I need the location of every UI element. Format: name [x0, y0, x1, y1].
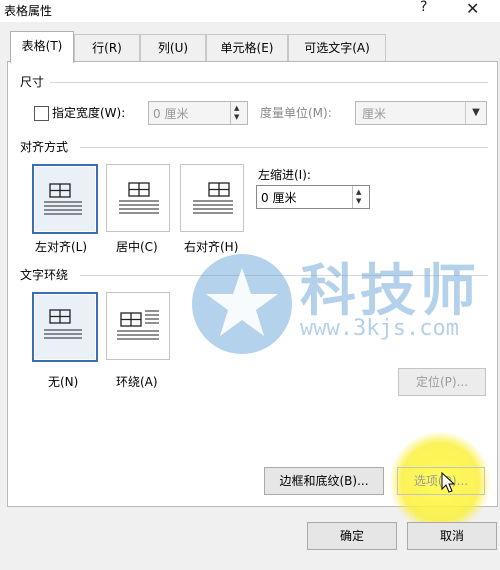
align-left-option[interactable] [32, 164, 98, 234]
position-button[interactable]: 定位(P)... [398, 368, 486, 396]
help-button[interactable]: ? [420, 0, 427, 15]
chevron-down-icon[interactable]: ▼ [465, 102, 486, 124]
wrap-around-option[interactable] [106, 292, 170, 360]
indent-spin-arrows[interactable]: ▲ ▼ [352, 186, 369, 208]
alignment-divider [80, 147, 488, 148]
align-left-icon [44, 183, 82, 215]
unit-value: 厘米 [362, 107, 387, 121]
size-divider [50, 82, 488, 83]
tab-table-label: 表格(T) [21, 39, 63, 53]
tab-column-label: 列(U) [157, 41, 189, 55]
window-title: 表格属性 [4, 4, 53, 18]
width-spinner[interactable]: 0 厘米 ▲ ▼ [148, 101, 248, 125]
watermark: 科技师 www.3kjs.com [188, 250, 488, 360]
align-right-option[interactable] [180, 164, 244, 232]
specify-width-label: 指定宽度(W): [52, 106, 126, 120]
wrap-none-option[interactable] [32, 292, 98, 362]
unit-label: 度量单位(M): [260, 106, 332, 120]
left-indent-spinner[interactable]: 0 厘米 ▲ ▼ [256, 185, 370, 209]
left-indent-label: 左缩进(I): [258, 168, 311, 182]
cancel-button[interactable]: 取消 [407, 522, 497, 550]
star-logo-icon [192, 254, 292, 354]
left-indent-value: 0 厘米 [261, 191, 297, 205]
tab-column[interactable]: 列(U) [140, 34, 206, 61]
spin-down-icon[interactable]: ▼ [234, 113, 239, 121]
wrap-around-label: 环绕(A) [116, 375, 158, 389]
wrap-none-icon [44, 309, 82, 339]
align-center-label: 居中(C) [116, 240, 158, 254]
wrap-around-icon [117, 310, 159, 340]
tab-table[interactable]: 表格(T) [10, 31, 74, 63]
borders-shading-button[interactable]: 边框和底纹(B)... [264, 467, 384, 495]
wrap-section-label: 文字环绕 [20, 268, 69, 282]
tab-row[interactable]: 行(R) [74, 34, 140, 61]
tab-row-label: 行(R) [92, 41, 122, 55]
spin-down-icon[interactable]: ▼ [356, 197, 361, 205]
tab-alt-text-label: 可选文字(A) [304, 41, 370, 55]
specify-width-checkbox[interactable] [34, 106, 49, 121]
width-spin-arrows[interactable]: ▲ ▼ [230, 102, 247, 124]
unit-select[interactable]: 厘米 ▼ [355, 101, 487, 125]
watermark-url: www.3kjs.com [300, 316, 459, 341]
width-value: 0 厘米 [153, 107, 189, 121]
title-bar: 表格属性 ? ✕ [0, 0, 500, 22]
spin-up-icon[interactable]: ▲ [356, 188, 361, 196]
align-left-label: 左对齐(L) [35, 240, 88, 254]
size-section-label: 尺寸 [20, 75, 45, 89]
tab-cell[interactable]: 单元格(E) [206, 34, 288, 61]
mouse-pointer-icon [441, 472, 456, 493]
align-center-option[interactable] [106, 164, 170, 232]
spin-up-icon[interactable]: ▲ [234, 104, 239, 112]
close-button[interactable]: ✕ [466, 0, 479, 18]
watermark-brand: 科技师 [300, 259, 480, 324]
tab-alt-text[interactable]: 可选文字(A) [288, 34, 386, 61]
align-center-icon [119, 182, 159, 214]
tab-cell-label: 单元格(E) [220, 41, 274, 55]
ok-button[interactable]: 确定 [307, 522, 397, 550]
alignment-section-label: 对齐方式 [20, 140, 69, 154]
align-right-icon [193, 182, 233, 214]
wrap-none-label: 无(N) [48, 375, 79, 389]
